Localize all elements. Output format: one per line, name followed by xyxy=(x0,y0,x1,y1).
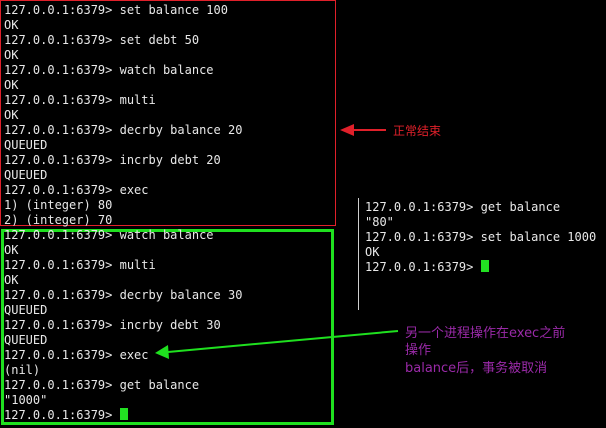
green-arrow-icon xyxy=(155,330,399,359)
normal-end-annotation: 正常结束 xyxy=(393,124,442,138)
aborted-annotation-line-2: 操作 xyxy=(405,343,432,358)
red-arrow-icon xyxy=(340,124,386,136)
aborted-annotation-line-3: balance后，事务被取消 xyxy=(405,361,548,376)
